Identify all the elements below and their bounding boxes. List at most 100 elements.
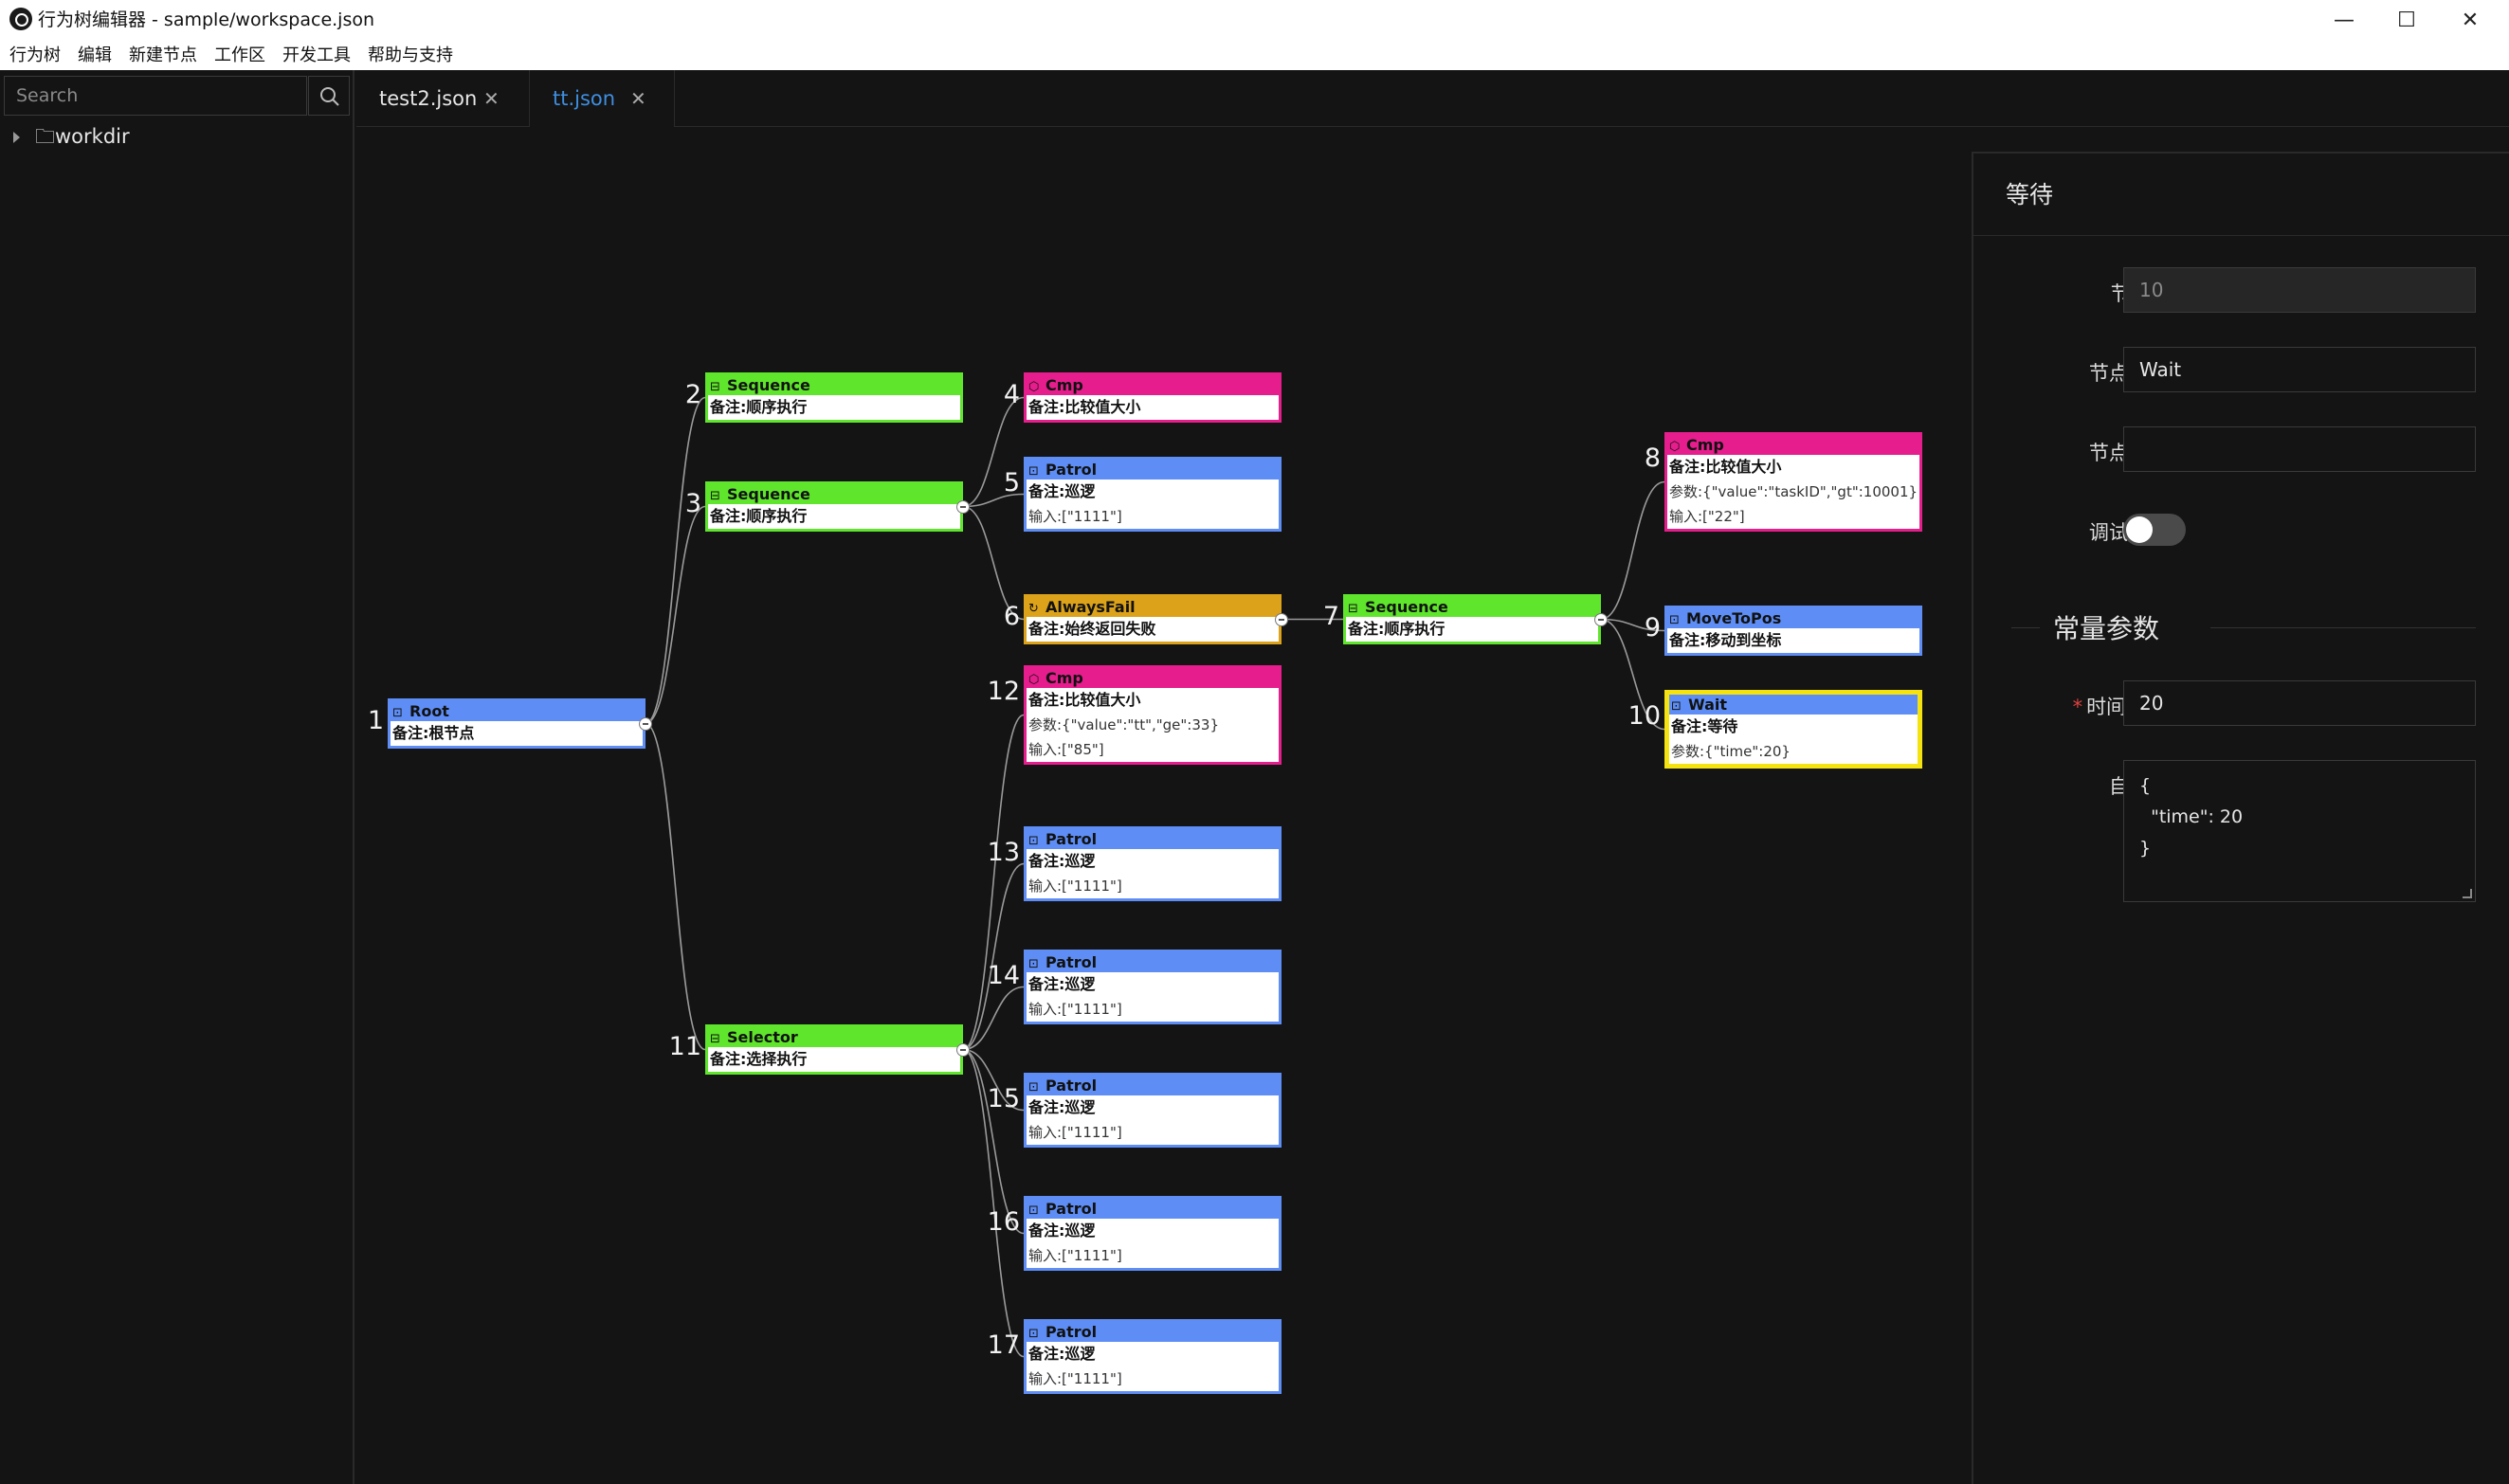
node-remark: 备注:巡逻	[1028, 852, 1096, 870]
tree-node-patrol-17[interactable]: ⊡ Patrol 备注:巡逻 输入:["1111"]	[1024, 1319, 1282, 1394]
maximize-button[interactable]: ☐	[2373, 0, 2441, 42]
node-number: 8	[1644, 443, 1661, 473]
tab-close-icon[interactable]: ✕	[483, 70, 500, 127]
const-params-section: 常量参数	[2011, 608, 2476, 646]
node-header: ⬡ Cmp	[1027, 668, 1279, 688]
menu-dev-tools[interactable]: 开发工具	[282, 45, 351, 66]
file-tree-label: 🗀workdir	[35, 125, 130, 148]
time-tick-field[interactable]: 20	[2123, 680, 2476, 726]
menu-behavior-tree[interactable]: 行为树	[9, 45, 61, 66]
node-header: ⊟ Sequence	[708, 484, 960, 504]
node-name: Root	[409, 702, 449, 720]
menu-help[interactable]: 帮助与支持	[368, 45, 453, 66]
file-tree-item-workdir[interactable]: 🗀workdir	[13, 119, 130, 154]
node-param: 输入:["85"]	[1028, 741, 1104, 758]
tab-test2-json[interactable]: test2.json ✕	[356, 70, 530, 127]
tab-tt-json[interactable]: tt.json ✕	[530, 70, 675, 127]
tree-canvas[interactable]: ⊡ Root 备注:根节点 1 ⊟ Sequence 备注:顺序执行 2 ⊟ Sequence 备注…	[356, 127, 1972, 1484]
tree-edge	[962, 714, 1025, 1051]
tab-close-icon[interactable]: ✕	[630, 70, 646, 127]
node-remark: 备注:等待	[1671, 717, 1738, 735]
collapse-toggle-icon[interactable]	[1275, 612, 1288, 626]
search-button[interactable]	[308, 76, 350, 116]
collapse-toggle-icon[interactable]	[639, 716, 652, 731]
node-header: ⊡ MoveToPos	[1667, 608, 1919, 628]
tree-node-patrol-5[interactable]: ⊡ Patrol 备注:巡逻 输入:["1111"]	[1024, 457, 1282, 532]
close-button[interactable]: ✕	[2436, 0, 2504, 42]
tree-node-alwaysfail-6[interactable]: ↻ AlwaysFail 备注:始终返回失败	[1024, 594, 1282, 644]
tree-node-cmp-8[interactable]: ⬡ Cmp 备注:比较值大小 参数:{"value":"taskID","gt":10…	[1664, 432, 1922, 532]
node-name: Patrol	[1045, 830, 1098, 848]
node-header: ⊡ Patrol	[1027, 1322, 1279, 1342]
minimize-button[interactable]: —	[2310, 0, 2378, 42]
tree-node-sequence-2[interactable]: ⊟ Sequence 备注:顺序执行	[705, 372, 963, 423]
collapse-toggle-icon[interactable]	[956, 1042, 970, 1057]
node-param: 参数:{"time":20}	[1671, 743, 1791, 760]
collapse-toggle-icon[interactable]	[956, 499, 970, 514]
node-header: ⊡ Patrol	[1027, 1076, 1279, 1095]
tree-edges	[645, 396, 1665, 1358]
node-number: 14	[987, 961, 1020, 990]
node-param: 输入:["1111"]	[1028, 1001, 1122, 1018]
tree-node-patrol-15[interactable]: ⊡ Patrol 备注:巡逻 输入:["1111"]	[1024, 1073, 1282, 1148]
const-params-heading: 常量参数	[2053, 613, 2160, 644]
node-desc-field[interactable]	[2123, 426, 2476, 472]
menu-bar: 行为树 编辑 新建节点 工作区 开发工具 帮助与支持	[0, 42, 2509, 70]
tab-label: test2.json	[379, 87, 478, 110]
node-name: Wait	[1688, 696, 1728, 714]
node-number: 7	[1322, 602, 1339, 631]
node-name: Patrol	[1045, 461, 1098, 479]
action-node-icon: ⊡	[1028, 1327, 1039, 1341]
node-remark: 备注:巡逻	[1028, 482, 1096, 500]
node-header: ⬡ Cmp	[1667, 435, 1919, 455]
resize-handle-icon[interactable]	[2463, 889, 2472, 898]
menu-new-node[interactable]: 新建节点	[129, 45, 197, 66]
node-name: Patrol	[1045, 1200, 1098, 1218]
collapse-toggle-icon[interactable]	[1594, 612, 1608, 626]
action-node-icon: ⊡	[1671, 699, 1682, 714]
tree-node-selector-11[interactable]: ⊟ Selector 备注:选择执行	[705, 1024, 963, 1075]
panel-divider	[1973, 235, 2509, 236]
search-input[interactable]	[4, 76, 307, 116]
tree-node-cmp-12[interactable]: ⬡ Cmp 备注:比较值大小 参数:{"value":"tt","ge":33} 输入:…	[1024, 665, 1282, 765]
custom-json-textarea[interactable]: { "time": 20 }	[2123, 760, 2476, 902]
tree-edge	[645, 722, 706, 1051]
tree-node-sequence-7[interactable]: ⊟ Sequence 备注:顺序执行	[1343, 594, 1601, 644]
node-param: 输入:["1111"]	[1028, 1370, 1122, 1387]
action-node-icon: ⊡	[1028, 1203, 1039, 1218]
menu-edit[interactable]: 编辑	[78, 45, 112, 66]
node-name-field[interactable]: Wait	[2123, 347, 2476, 392]
condition-node-icon: ⬡	[1028, 673, 1040, 687]
node-number: 13	[987, 838, 1020, 867]
node-header: ⊡ Patrol	[1027, 1199, 1279, 1219]
node-number: 15	[987, 1084, 1020, 1113]
tree-node-sequence-3[interactable]: ⊟ Sequence 备注:顺序执行	[705, 481, 963, 532]
node-name: Patrol	[1045, 1323, 1098, 1341]
expand-caret-icon[interactable]	[13, 132, 20, 143]
node-header: ⊡ Root	[391, 701, 643, 721]
node-param: 参数:{"value":"taskID","gt":10001}	[1669, 483, 1918, 500]
node-header: ⊡ Patrol	[1027, 460, 1279, 480]
node-header: ⊡ Patrol	[1027, 952, 1279, 972]
tree-edge	[962, 986, 1025, 1051]
node-number: 6	[1003, 602, 1020, 631]
debug-toggle[interactable]	[2123, 514, 2186, 546]
tree-node-patrol-14[interactable]: ⊡ Patrol 备注:巡逻 输入:["1111"]	[1024, 950, 1282, 1024]
tree-node-root-1[interactable]: ⊡ Root 备注:根节点	[388, 698, 645, 749]
tree-node-patrol-16[interactable]: ⊡ Patrol 备注:巡逻 输入:["1111"]	[1024, 1196, 1282, 1271]
node-remark: 备注:移动到坐标	[1669, 631, 1782, 649]
node-remark: 备注:比较值大小	[1028, 691, 1141, 709]
tree-edge	[1600, 480, 1665, 621]
tree-node-patrol-13[interactable]: ⊡ Patrol 备注:巡逻 输入:["1111"]	[1024, 826, 1282, 901]
composite-node-icon: ⊟	[710, 489, 720, 503]
panel-title: 等待	[2006, 181, 2054, 208]
node-number: 10	[1627, 701, 1661, 731]
node-number: 1	[367, 706, 384, 735]
node-header: ⬡ Cmp	[1027, 375, 1279, 395]
menu-workspace[interactable]: 工作区	[214, 45, 265, 66]
tree-node-cmp-4[interactable]: ⬡ Cmp 备注:比较值大小	[1024, 372, 1282, 423]
search-icon	[320, 87, 339, 106]
node-param: 输入:["1111"]	[1028, 1247, 1122, 1264]
tree-node-movetopos-9[interactable]: ⊡ MoveToPos 备注:移动到坐标	[1664, 606, 1922, 656]
tree-node-wait-10[interactable]: ⊡ Wait 备注:等待参数:{"time":20}	[1664, 690, 1922, 769]
